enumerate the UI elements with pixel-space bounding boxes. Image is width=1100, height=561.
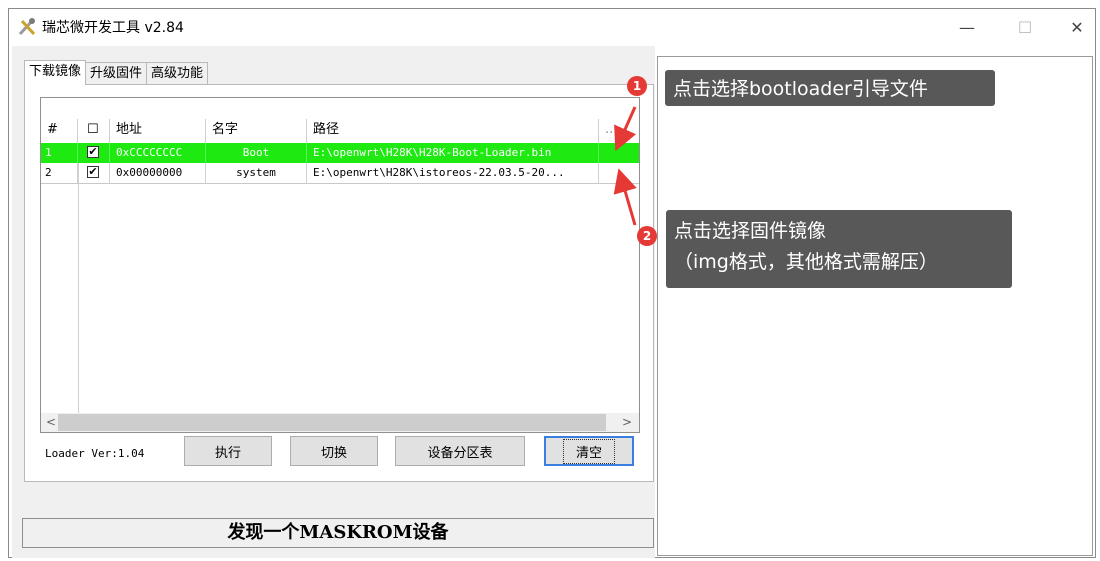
execute-button[interactable]: 执行 [184,436,272,466]
checkbox-checked[interactable]: ✔ [87,166,99,178]
row-path: E:\openwrt\H28K\istoreos-22.03.5-20... [307,163,599,183]
annotation-arrows [613,106,637,226]
list-header: # ☐ 地址 名字 路径 ... [41,119,639,143]
switch-button[interactable]: 切换 [290,436,378,466]
header-path[interactable]: 路径 [307,119,599,143]
tools-icon [18,18,36,36]
status-bar: 发现一个MASKROM设备 [22,518,654,548]
header-address[interactable]: 地址 [110,119,206,143]
clear-button[interactable]: 清空 [544,436,634,466]
row-index: 2 [41,163,78,183]
arrow-to-bootloader [614,106,637,152]
row-name: system [206,163,307,183]
header-name[interactable]: 名字 [206,119,307,143]
step-2-badge: 2 [637,226,657,246]
window-title: 瑞芯微开发工具 v2.84 [42,20,184,36]
table-row[interactable]: 2 ✔ 0x00000000 system E:\openwrt\H28K\is… [41,163,639,184]
log-panel[interactable] [657,56,1093,556]
close-button[interactable]: ✕ [1054,12,1100,42]
scrollbar-thumb[interactable] [58,414,606,431]
callout-firmware-line1: 点击选择固件镜像 [674,220,827,242]
tab-bar: 下载镜像 升级固件 高级功能 [24,60,209,85]
table-row[interactable]: 1 ✔ 0xCCCCCCCC Boot E:\openwrt\H28K\H28K… [41,143,639,163]
callout-firmware-line2: （img格式，其他格式需解压） [674,251,938,273]
clear-button-label: 清空 [562,438,615,464]
row-index: 1 [41,143,78,163]
loader-version: Loader Ver:1.04 [45,447,145,460]
row-path: E:\openwrt\H28K\H28K-Boot-Loader.bin [307,143,599,163]
checkbox-checked[interactable]: ✔ [87,146,99,158]
callout-firmware: 点击选择固件镜像 （img格式，其他格式需解压） [666,210,1012,288]
scroll-left-icon[interactable]: < [46,415,56,429]
partition-table-button[interactable]: 设备分区表 [395,436,525,466]
maximize-button[interactable]: ☐ [1002,12,1048,42]
tab-advanced[interactable]: 高级功能 [146,62,209,84]
minimize-button[interactable]: — [944,12,990,42]
row-address: 0x00000000 [110,163,206,183]
row-name: Boot [206,143,307,163]
row-address: 0xCCCCCCCC [110,143,206,163]
header-index[interactable]: # [41,119,78,143]
callout-bootloader: 点击选择bootloader引导文件 [665,70,995,106]
arrow-to-firmware [613,168,637,226]
header-checkbox[interactable]: ☐ [78,119,110,143]
row-checkbox[interactable]: ✔ [78,163,110,183]
row-checkbox[interactable]: ✔ [78,143,110,163]
tab-download-image[interactable]: 下载镜像 [24,60,87,85]
tab-upgrade-firmware[interactable]: 升级固件 [85,62,148,84]
scroll-right-icon[interactable]: > [622,415,632,429]
step-1-badge: 1 [627,76,647,96]
